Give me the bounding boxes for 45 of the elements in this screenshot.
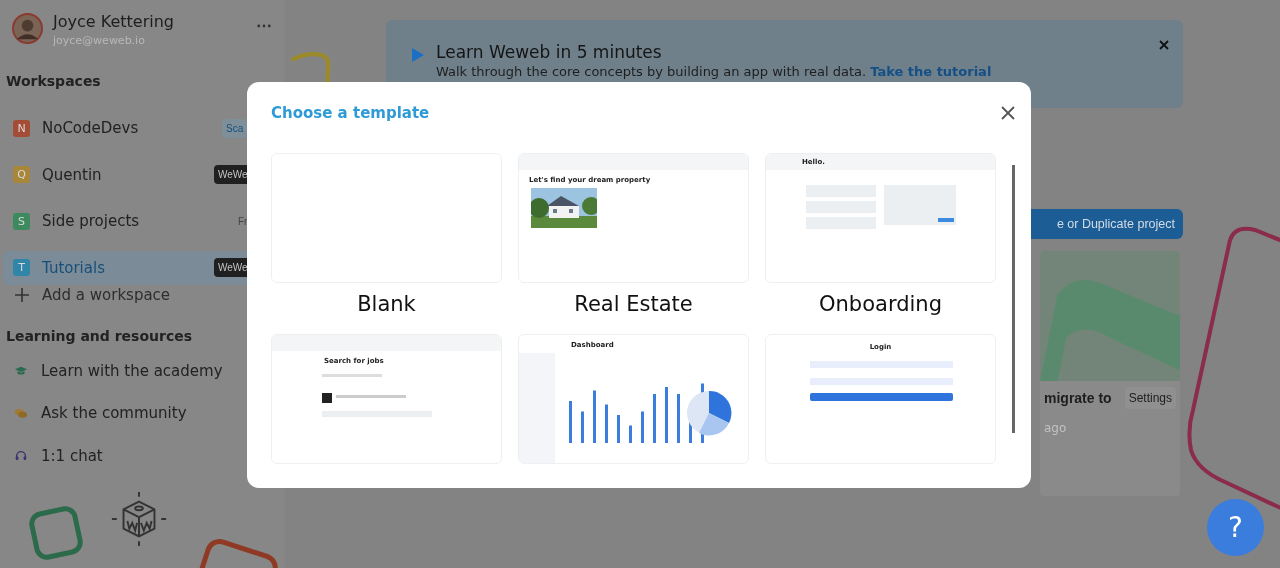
- workspace-initial: S: [13, 212, 30, 230]
- section-heading: Learning and resources: [5, 326, 194, 344]
- workspace-name: NoCodeDevs: [42, 119, 139, 137]
- chart-bar: [593, 390, 596, 443]
- project-card[interactable]: migrate to Settings ago: [1040, 251, 1180, 496]
- template-name: Blank: [357, 291, 416, 316]
- banner-text: Walk through the core concepts by building an app with real data. Take the tutorial: [436, 64, 993, 79]
- chart-bar: [581, 411, 584, 443]
- project-time: ago: [1043, 420, 1068, 435]
- chart-bar: [677, 394, 680, 443]
- template-name: Onboarding: [819, 291, 942, 316]
- plan-badge: Sca: [222, 118, 248, 138]
- dialog-title: Choose a template: [271, 104, 430, 122]
- more-icon[interactable]: [257, 24, 271, 28]
- workspace-name: Quentin: [42, 165, 102, 184]
- workspace-name: Side projects: [42, 212, 140, 230]
- workspace-initial: T: [13, 259, 30, 276]
- user-name: Joyce Kettering: [53, 12, 175, 31]
- help-button[interactable]: ?: [1207, 499, 1264, 556]
- banner-title: Learn Weweb in 5 minutes: [436, 42, 663, 62]
- workspace-item[interactable]: S Side projects Fr: [3, 204, 285, 238]
- chart-bar: [629, 425, 632, 443]
- workspace-initial: Q: [13, 166, 30, 183]
- workspace-name: Tutorials: [42, 258, 105, 277]
- chart-bar: [653, 394, 656, 443]
- close-icon[interactable]: [1159, 40, 1169, 50]
- chart-bar: [665, 387, 668, 443]
- chart-bar: [641, 411, 644, 443]
- headset-icon: [14, 448, 28, 463]
- plan-label: Fr: [237, 214, 249, 229]
- close-icon[interactable]: [1001, 106, 1015, 120]
- project-title: migrate to: [1044, 390, 1112, 406]
- chart-bar: [617, 415, 620, 443]
- cube-logo-drawing: [110, 490, 168, 548]
- chat-bubbles-icon: [14, 406, 28, 421]
- add-workspace-link[interactable]: Add a workspace: [0, 284, 285, 304]
- chart-bar: [605, 404, 608, 443]
- workspace-initial: N: [13, 119, 30, 137]
- template-name: Real Estate: [574, 291, 693, 316]
- settings-button[interactable]: Settings: [1124, 387, 1176, 409]
- avatar[interactable]: [12, 13, 43, 44]
- plus-icon: [14, 286, 30, 303]
- chart-bar: [569, 401, 572, 443]
- workspace-item[interactable]: Q Quentin WeWe: [3, 157, 285, 192]
- section-heading: Workspaces: [5, 72, 102, 89]
